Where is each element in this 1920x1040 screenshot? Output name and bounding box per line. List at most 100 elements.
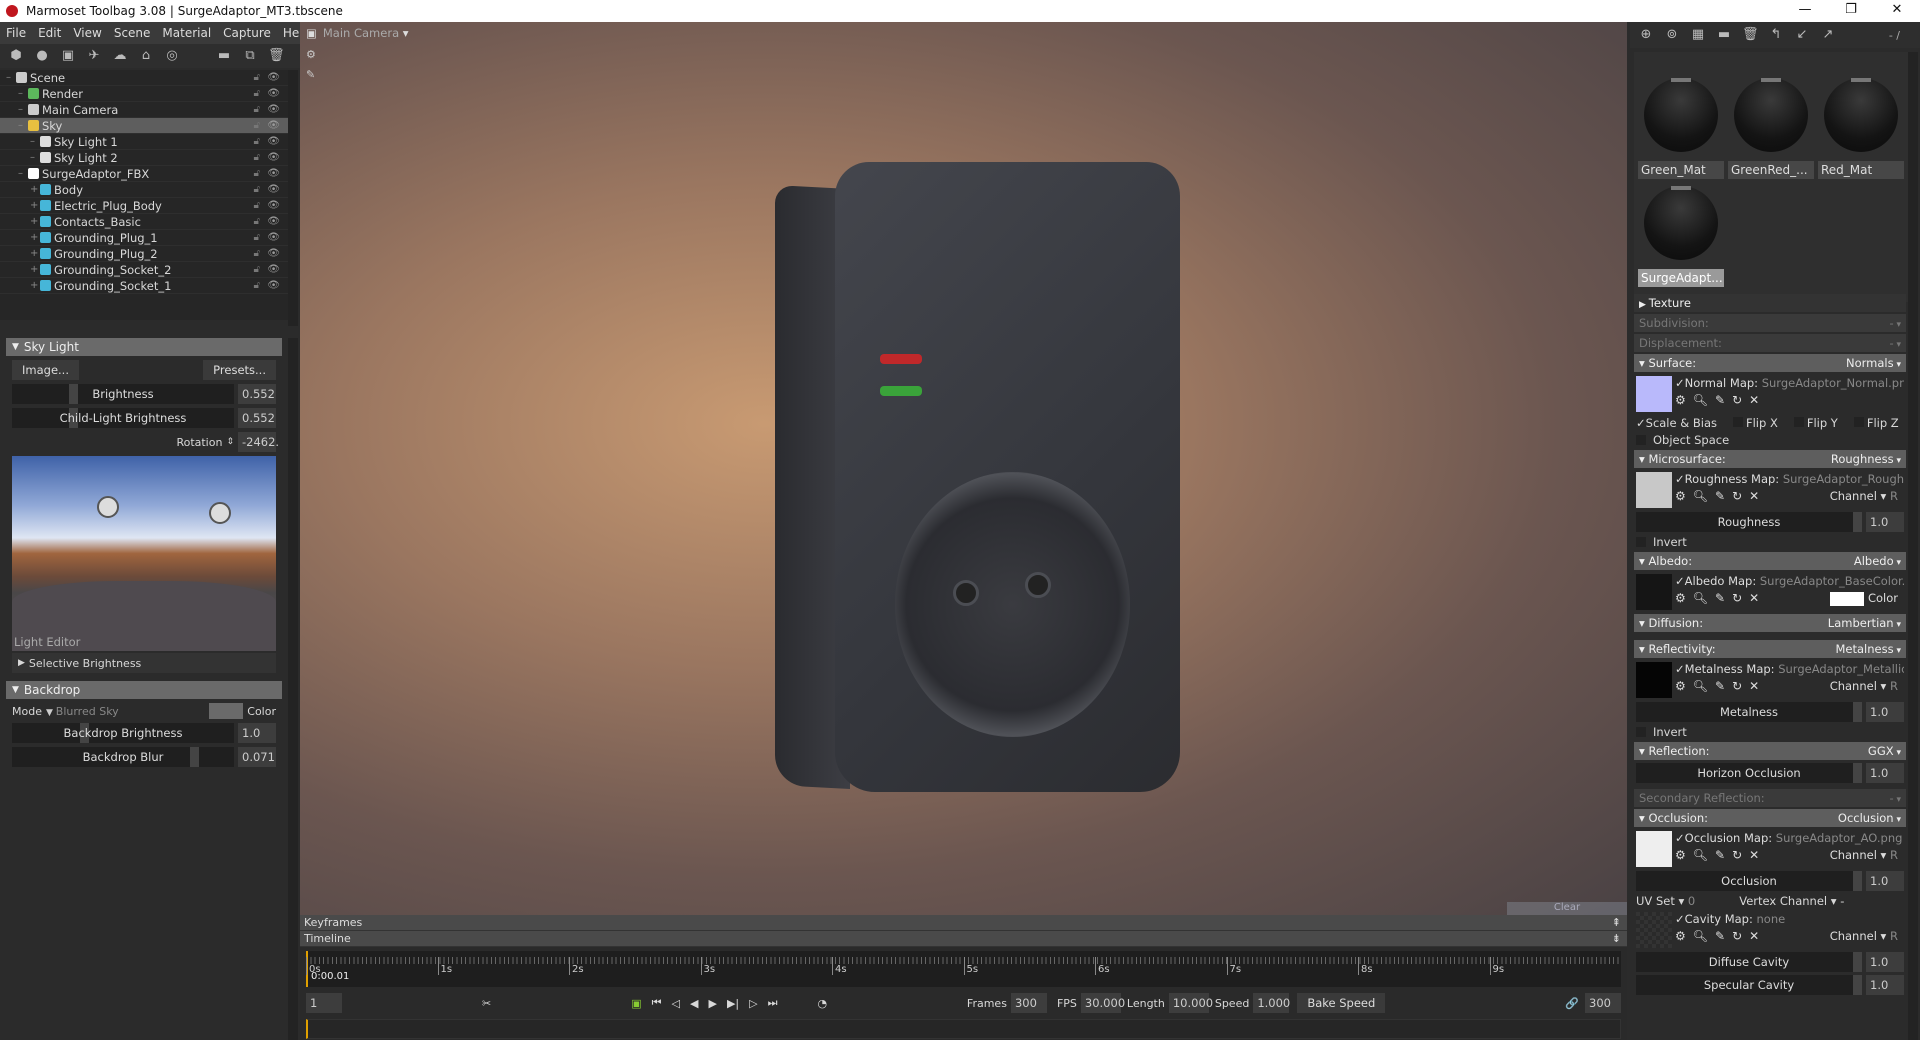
step-back-icon[interactable]: ◀ <box>690 997 698 1010</box>
expand-icon[interactable]: + <box>30 200 40 211</box>
3d-viewport[interactable]: ▣ Main Camera ▾ ⚙ ✎ Clear <box>300 22 1627 915</box>
scene-tree-item[interactable]: + Grounding_Socket_1 🔓︎ 👁︎ <box>0 278 288 294</box>
channel-dropdown[interactable]: Channel ▾ R <box>1830 679 1898 693</box>
expand-icon[interactable]: + <box>30 248 40 259</box>
settings-icon[interactable]: ⚙ <box>1675 679 1686 693</box>
scene-tree-item[interactable]: – Render 🔓︎ 👁︎ <box>0 86 288 102</box>
occlusion-dropdown[interactable]: Occlusion <box>1838 811 1901 825</box>
visibility-eye-icon[interactable]: 👁︎ <box>267 232 280 243</box>
folder-icon[interactable]: ▬ <box>216 49 232 63</box>
scene-tree-item[interactable]: – Sky 🔓︎ 👁︎ <box>0 118 288 134</box>
expand-down-icon[interactable]: ⇟ <box>1612 931 1621 947</box>
edit-icon[interactable]: ✎ <box>1715 393 1725 407</box>
metalness-slider[interactable]: Metalness <box>1636 702 1862 722</box>
length-input[interactable]: 10.000 <box>1168 993 1213 1013</box>
surface-section[interactable]: ▾ Surface: Normals <box>1634 354 1906 372</box>
bake-speed-button[interactable]: Bake Speed <box>1297 993 1386 1013</box>
edit-icon[interactable]: ✎ <box>1715 489 1725 503</box>
reflectivity-section[interactable]: ▾ Reflectivity: Metalness <box>1634 640 1906 658</box>
lock-icon[interactable]: 🔓︎ <box>254 136 260 147</box>
channel-dropdown[interactable]: Channel ▾ R <box>1830 929 1898 943</box>
specular-cavity-input[interactable]: 1.0 <box>1866 975 1904 995</box>
flip-x-checkbox[interactable]: Flip X <box>1732 416 1778 430</box>
search-icon[interactable]: 🔍︎ <box>1693 393 1708 407</box>
reload-icon[interactable]: ↻ <box>1732 591 1742 605</box>
menu-edit[interactable]: Edit <box>32 26 67 40</box>
cavity-map-thumbnail[interactable] <box>1636 912 1672 948</box>
keyframes-header[interactable]: Keyframes ⇞ <box>300 915 1627 931</box>
roughness-map-file[interactable]: SurgeAdaptor_Roughness.png <box>1783 472 1904 486</box>
next-key-icon[interactable]: ▷ <box>749 997 757 1010</box>
search-icon[interactable]: 🔍︎ <box>1693 848 1708 862</box>
search-icon[interactable]: 🔍︎ <box>1693 929 1708 943</box>
subdivision-section[interactable]: Subdivision: - <box>1634 314 1906 332</box>
duplicate-material-icon[interactable]: ⊚ <box>1664 28 1680 42</box>
settings-icon[interactable]: ⚙ <box>1675 848 1686 862</box>
expand-icon[interactable]: + <box>30 232 40 243</box>
metalness-input[interactable]: 1.0 <box>1866 702 1904 722</box>
prev-key-icon[interactable]: ◁ <box>672 997 680 1010</box>
step-forward-icon[interactable]: ▶| <box>727 997 739 1010</box>
settings-icon[interactable]: ⚙ <box>1675 591 1686 605</box>
frames-input[interactable]: 300 <box>1010 993 1047 1013</box>
menu-view[interactable]: View <box>67 26 107 40</box>
lock-icon[interactable]: 🔓︎ <box>254 200 260 211</box>
visibility-eye-icon[interactable]: 👁︎ <box>267 72 280 83</box>
occlusion-section[interactable]: ▾ Occlusion: Occlusion <box>1634 809 1906 827</box>
occlusion-input[interactable]: 1.0 <box>1866 871 1904 891</box>
search-icon[interactable]: 🔍︎ <box>1693 489 1708 503</box>
lock-icon[interactable]: 🔓︎ <box>254 152 260 163</box>
restore-button[interactable]: ❐ <box>1828 0 1874 22</box>
scene-tree-item[interactable]: – Main Camera 🔓︎ 👁︎ <box>0 102 288 118</box>
remove-icon[interactable]: ✕ <box>1749 679 1759 693</box>
expand-icon[interactable]: + <box>30 184 40 195</box>
visibility-eye-icon[interactable]: 👁︎ <box>267 104 280 115</box>
trash-icon[interactable]: 🗑 <box>268 49 285 63</box>
object-space-checkbox[interactable]: Object Space <box>1636 433 1904 447</box>
reflection-dropdown[interactable]: GGX <box>1868 744 1901 758</box>
vertex-channel-dropdown[interactable]: Vertex Channel ▾ - <box>1739 894 1844 908</box>
clear-overlay-button[interactable]: Clear <box>1507 902 1627 915</box>
checker-icon[interactable]: ▦ <box>1690 28 1706 42</box>
scene-tree-item[interactable]: + Grounding_Socket_2 🔓︎ 👁︎ <box>0 262 288 278</box>
speed-input[interactable]: 1.000 <box>1253 993 1290 1013</box>
remove-icon[interactable]: ✕ <box>1749 591 1759 605</box>
add-audio-icon[interactable]: ◎ <box>164 49 180 63</box>
menu-capture[interactable]: Capture <box>217 26 277 40</box>
export-icon[interactable]: ↗ <box>1820 28 1836 42</box>
material-thumbnail[interactable]: Green_Mat <box>1638 56 1724 179</box>
material-thumbnail[interactable]: Red_Mat <box>1818 56 1904 179</box>
specular-cavity-slider[interactable]: Specular Cavity <box>1636 975 1862 995</box>
fps-input[interactable]: 30.000 <box>1080 993 1125 1013</box>
metalness-invert-checkbox[interactable]: Invert <box>1636 725 1904 739</box>
backdrop-blur-slider[interactable]: Backdrop Blur <box>12 747 234 767</box>
normal-map-file[interactable]: SurgeAdaptor_Normal.png <box>1762 376 1904 390</box>
backdrop-color-swatch[interactable] <box>209 703 244 719</box>
roughness-map-thumbnail[interactable] <box>1636 472 1672 508</box>
visibility-eye-icon[interactable]: 👁︎ <box>267 264 280 275</box>
visibility-eye-icon[interactable]: 👁︎ <box>267 88 280 99</box>
camera-selector[interactable]: Main Camera ▾ <box>323 26 409 40</box>
settings-icon[interactable]: ⚙ <box>1675 489 1686 503</box>
add-light-icon[interactable]: ● <box>34 49 50 63</box>
lock-icon[interactable]: 🔓︎ <box>254 72 260 83</box>
remove-icon[interactable]: ✕ <box>1749 848 1759 862</box>
backdrop-brightness-input[interactable]: 1.0 <box>238 723 276 743</box>
roughness-slider[interactable]: Roughness <box>1636 512 1862 532</box>
search-icon[interactable]: 🔍︎ <box>1693 591 1708 605</box>
microsurface-section[interactable]: ▾ Microsurface: Roughness <box>1634 450 1906 468</box>
lock-icon[interactable]: 🔓︎ <box>254 104 260 115</box>
albedo-section[interactable]: ▾ Albedo: Albedo <box>1634 552 1906 570</box>
minimize-button[interactable]: — <box>1782 0 1828 22</box>
rotation-input[interactable]: -2462. <box>238 432 279 452</box>
brightness-input[interactable]: 0.552 <box>238 384 276 404</box>
visibility-eye-icon[interactable]: 👁︎ <box>267 136 280 147</box>
secondary-reflection-section[interactable]: Secondary Reflection: - <box>1634 789 1906 807</box>
horizon-occlusion-input[interactable]: 1.0 <box>1866 763 1904 783</box>
scissors-icon[interactable]: ✂ <box>482 997 491 1010</box>
material-properties-scrollbar[interactable] <box>1908 292 1918 1040</box>
albedo-map-file[interactable]: SurgeAdaptor_BaseColor.png <box>1760 574 1904 588</box>
backdrop-header[interactable]: ▼ Backdrop <box>6 681 282 699</box>
assign-material-icon[interactable]: ↰ <box>1768 28 1784 42</box>
end-frame-input[interactable]: 300 <box>1585 993 1621 1013</box>
